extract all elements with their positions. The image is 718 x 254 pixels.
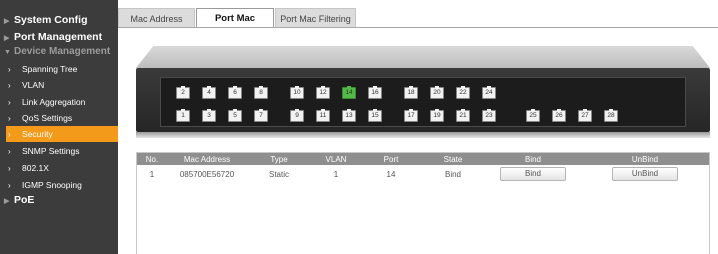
chevron-right-icon: › (8, 164, 11, 173)
sidebar-item-port-management[interactable]: ▶ Port Management (0, 29, 118, 45)
sidebar-item-label: Security (22, 129, 53, 139)
mac-binding-table: No. Mac Address Type VLAN Port State Bin… (137, 153, 709, 183)
port-13[interactable]: 13 (342, 109, 356, 122)
chevron-right-icon: › (8, 65, 11, 74)
sidebar-item-label: Port Management (14, 31, 103, 43)
chevron-right-icon: › (8, 130, 11, 139)
port-23[interactable]: 23 (482, 109, 496, 122)
sidebar: ▶ System Config ▶ Port Management ▼ Device … (0, 0, 118, 254)
caret-down-icon: ▼ (4, 49, 11, 56)
sidebar-item-device-management[interactable]: ▼ Device Management (0, 44, 118, 60)
sidebar-item-system-config[interactable]: ▶ System Config (0, 12, 118, 28)
column-header-state: State (443, 154, 463, 164)
port-1[interactable]: 1 (176, 109, 190, 122)
sidebar-item-label: IGMP Snooping (22, 180, 82, 190)
sidebar-item-igmp-snooping[interactable]: › IGMP Snooping (0, 177, 118, 193)
sidebar-item-label: QoS Settings (22, 113, 73, 123)
port-2[interactable]: 2 (176, 86, 190, 99)
bind-button[interactable]: Bind (500, 167, 566, 181)
port-20[interactable]: 20 (430, 86, 444, 99)
port-28[interactable]: 28 (604, 109, 618, 122)
port-21[interactable]: 21 (456, 109, 470, 122)
tab-bar: Mac Address Table Port Mac Binding Port … (118, 0, 718, 44)
cell-mac-address: 085700E56720 (179, 169, 235, 179)
sidebar-item-label: Device Management (14, 46, 111, 57)
port-7[interactable]: 7 (254, 109, 268, 122)
sidebar-item-label: Spanning Tree (22, 64, 78, 74)
sidebar-item-label: VLAN (22, 80, 45, 90)
port-8[interactable]: 8 (254, 86, 268, 99)
port-17[interactable]: 17 (404, 109, 418, 122)
sidebar-item-snmp-settings[interactable]: › SNMP Settings (0, 143, 118, 159)
sidebar-item-label: 802.1X (22, 163, 49, 173)
cell-state: Bind (444, 169, 461, 179)
caret-right-icon: ▶ (4, 198, 10, 205)
port-22[interactable]: 22 (456, 86, 470, 99)
tab-port-mac-filtering[interactable]: Port Mac Filtering (275, 8, 356, 28)
port-11[interactable]: 11 (316, 109, 330, 122)
port-10[interactable]: 10 (290, 86, 304, 99)
port-16[interactable]: 16 (368, 86, 382, 99)
port-5[interactable]: 5 (228, 109, 242, 122)
chevron-right-icon: › (8, 114, 11, 123)
mac-binding-table-container: No. Mac Address Type VLAN Port State Bin… (136, 152, 710, 254)
chevron-right-icon: › (8, 98, 11, 107)
port-4[interactable]: 4 (202, 86, 216, 99)
port-18[interactable]: 18 (404, 86, 418, 99)
column-header-vlan: VLAN (325, 154, 347, 164)
port-15[interactable]: 15 (368, 109, 382, 122)
sidebar-item-label: PoE (14, 194, 35, 206)
port-24[interactable]: 24 (482, 86, 496, 99)
sidebar-item-vlan[interactable]: › VLAN (0, 77, 118, 93)
cell-port: 14 (386, 169, 396, 179)
column-header-mac-address: Mac Address (183, 154, 231, 164)
chevron-right-icon: › (8, 81, 11, 90)
column-header-unbind: UnBind (631, 154, 659, 164)
sidebar-item-security[interactable]: › Security (6, 126, 118, 142)
sidebar-item-8021x[interactable]: › 802.1X (0, 160, 118, 176)
sidebar-item-label: System Config (14, 14, 88, 26)
column-header-bind: Bind (524, 154, 541, 164)
unbind-button[interactable]: UnBind (612, 167, 678, 181)
switch-shadow (136, 132, 710, 138)
port-9[interactable]: 9 (290, 109, 304, 122)
sidebar-item-label: Link Aggregation (22, 97, 86, 107)
cell-vlan: 1 (333, 169, 339, 179)
caret-right-icon: ▶ (4, 18, 10, 25)
chevron-right-icon: › (8, 147, 11, 156)
tab-port-mac-binding[interactable]: Port Mac Binding (196, 8, 274, 44)
cell-type: Static (268, 169, 289, 179)
column-header-type: Type (270, 154, 288, 164)
port-6[interactable]: 6 (228, 86, 242, 99)
sidebar-item-poe[interactable]: ▶ PoE (0, 192, 118, 208)
port-27[interactable]: 27 (578, 109, 592, 122)
sidebar-item-qos-settings[interactable]: › QoS Settings (0, 110, 118, 126)
cell-bind: Bind (485, 165, 581, 183)
port-14[interactable]: 14 (342, 86, 356, 99)
cell-unbind: UnBind (581, 165, 709, 183)
port-26[interactable]: 26 (552, 109, 566, 122)
sidebar-item-link-aggregation[interactable]: › Link Aggregation (0, 94, 118, 110)
port-19[interactable]: 19 (430, 109, 444, 122)
sidebar-item-label: SNMP Settings (22, 146, 80, 156)
column-header-port: Port (383, 154, 399, 164)
sidebar-item-spanning-tree[interactable]: › Spanning Tree (0, 61, 118, 77)
port-3[interactable]: 3 (202, 109, 216, 122)
switch-top-surface (136, 46, 710, 68)
port-25[interactable]: 25 (526, 109, 540, 122)
port-12[interactable]: 12 (316, 86, 330, 99)
column-header-no: No. (145, 154, 159, 164)
cell-no: 1 (149, 169, 155, 179)
tab-mac-address-table[interactable]: Mac Address Table (118, 8, 195, 44)
table-row: 1 085700E56720 Static 1 14 Bind Bind UnB… (137, 165, 709, 183)
table-header-row: No. Mac Address Type VLAN Port State Bin… (137, 153, 709, 165)
